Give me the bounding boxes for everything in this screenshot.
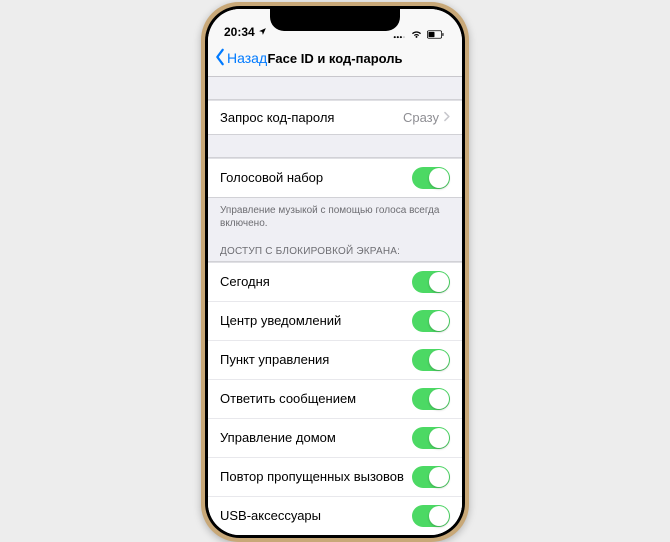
- voice-dial-label: Голосовой набор: [220, 170, 323, 185]
- passcode-request-group: Запрос код-пароля Сразу: [208, 99, 462, 135]
- passcode-request-value: Сразу: [403, 110, 450, 125]
- lock-access-toggle[interactable]: [412, 466, 450, 488]
- notch: [270, 9, 400, 31]
- lock-access-row[interactable]: Управление домом: [208, 419, 462, 458]
- lock-access-row[interactable]: Сегодня: [208, 262, 462, 302]
- lock-access-label: Повтор пропущенных вызовов: [220, 469, 404, 484]
- lock-access-label: Пункт управления: [220, 352, 329, 367]
- nav-bar: Назад Face ID и код-пароль: [208, 41, 462, 77]
- wifi-icon: [410, 30, 423, 39]
- phone-frame: 20:34: [201, 2, 469, 542]
- lock-access-row[interactable]: Повтор пропущенных вызовов: [208, 458, 462, 497]
- lock-access-toggle[interactable]: [412, 271, 450, 293]
- back-button[interactable]: Назад: [214, 48, 267, 69]
- lock-access-toggle[interactable]: [412, 349, 450, 371]
- voice-dial-group: Голосовой набор: [208, 157, 462, 198]
- voice-dial-row[interactable]: Голосовой набор: [208, 158, 462, 197]
- status-left: 20:34: [224, 25, 267, 39]
- lock-access-toggle[interactable]: [412, 505, 450, 527]
- lock-access-toggle[interactable]: [412, 388, 450, 410]
- status-time: 20:34: [224, 25, 255, 39]
- lock-access-header: ДОСТУП С БЛОКИРОВКОЙ ЭКРАНА:: [208, 232, 462, 261]
- lock-access-label: Ответить сообщением: [220, 391, 356, 406]
- lock-access-label: Управление домом: [220, 430, 336, 445]
- location-icon: [258, 27, 267, 36]
- battery-icon: [426, 30, 446, 39]
- lock-access-label: Сегодня: [220, 274, 270, 289]
- voice-dial-toggle[interactable]: [412, 167, 450, 189]
- back-label: Назад: [227, 50, 267, 66]
- settings-content[interactable]: Запрос код-пароля Сразу Голосовой набор: [208, 77, 462, 535]
- chevron-right-icon: [443, 110, 450, 125]
- lock-access-toggle[interactable]: [412, 310, 450, 332]
- lock-access-label: Центр уведомлений: [220, 313, 341, 328]
- lock-access-row[interactable]: Ответить сообщением: [208, 380, 462, 419]
- lock-access-row[interactable]: USB-аксессуары: [208, 497, 462, 535]
- lock-access-group: Сегодня Центр уведомлений Пункт управления…: [208, 261, 462, 535]
- status-right: [393, 30, 446, 39]
- page-title: Face ID и код-пароль: [267, 51, 402, 66]
- passcode-request-label: Запрос код-пароля: [220, 110, 334, 125]
- lock-access-toggle[interactable]: [412, 427, 450, 449]
- lock-access-row[interactable]: Пункт управления: [208, 341, 462, 380]
- lock-access-row[interactable]: Центр уведомлений: [208, 302, 462, 341]
- screen: 20:34: [208, 9, 462, 535]
- phone-bezel: 20:34: [205, 6, 465, 538]
- passcode-request-row[interactable]: Запрос код-пароля Сразу: [208, 100, 462, 134]
- voice-dial-footer: Управление музыкой с помощью голоса всег…: [208, 198, 462, 232]
- chevron-left-icon: [214, 48, 226, 69]
- signal-icon: [393, 30, 407, 39]
- lock-access-label: USB-аксессуары: [220, 508, 321, 523]
